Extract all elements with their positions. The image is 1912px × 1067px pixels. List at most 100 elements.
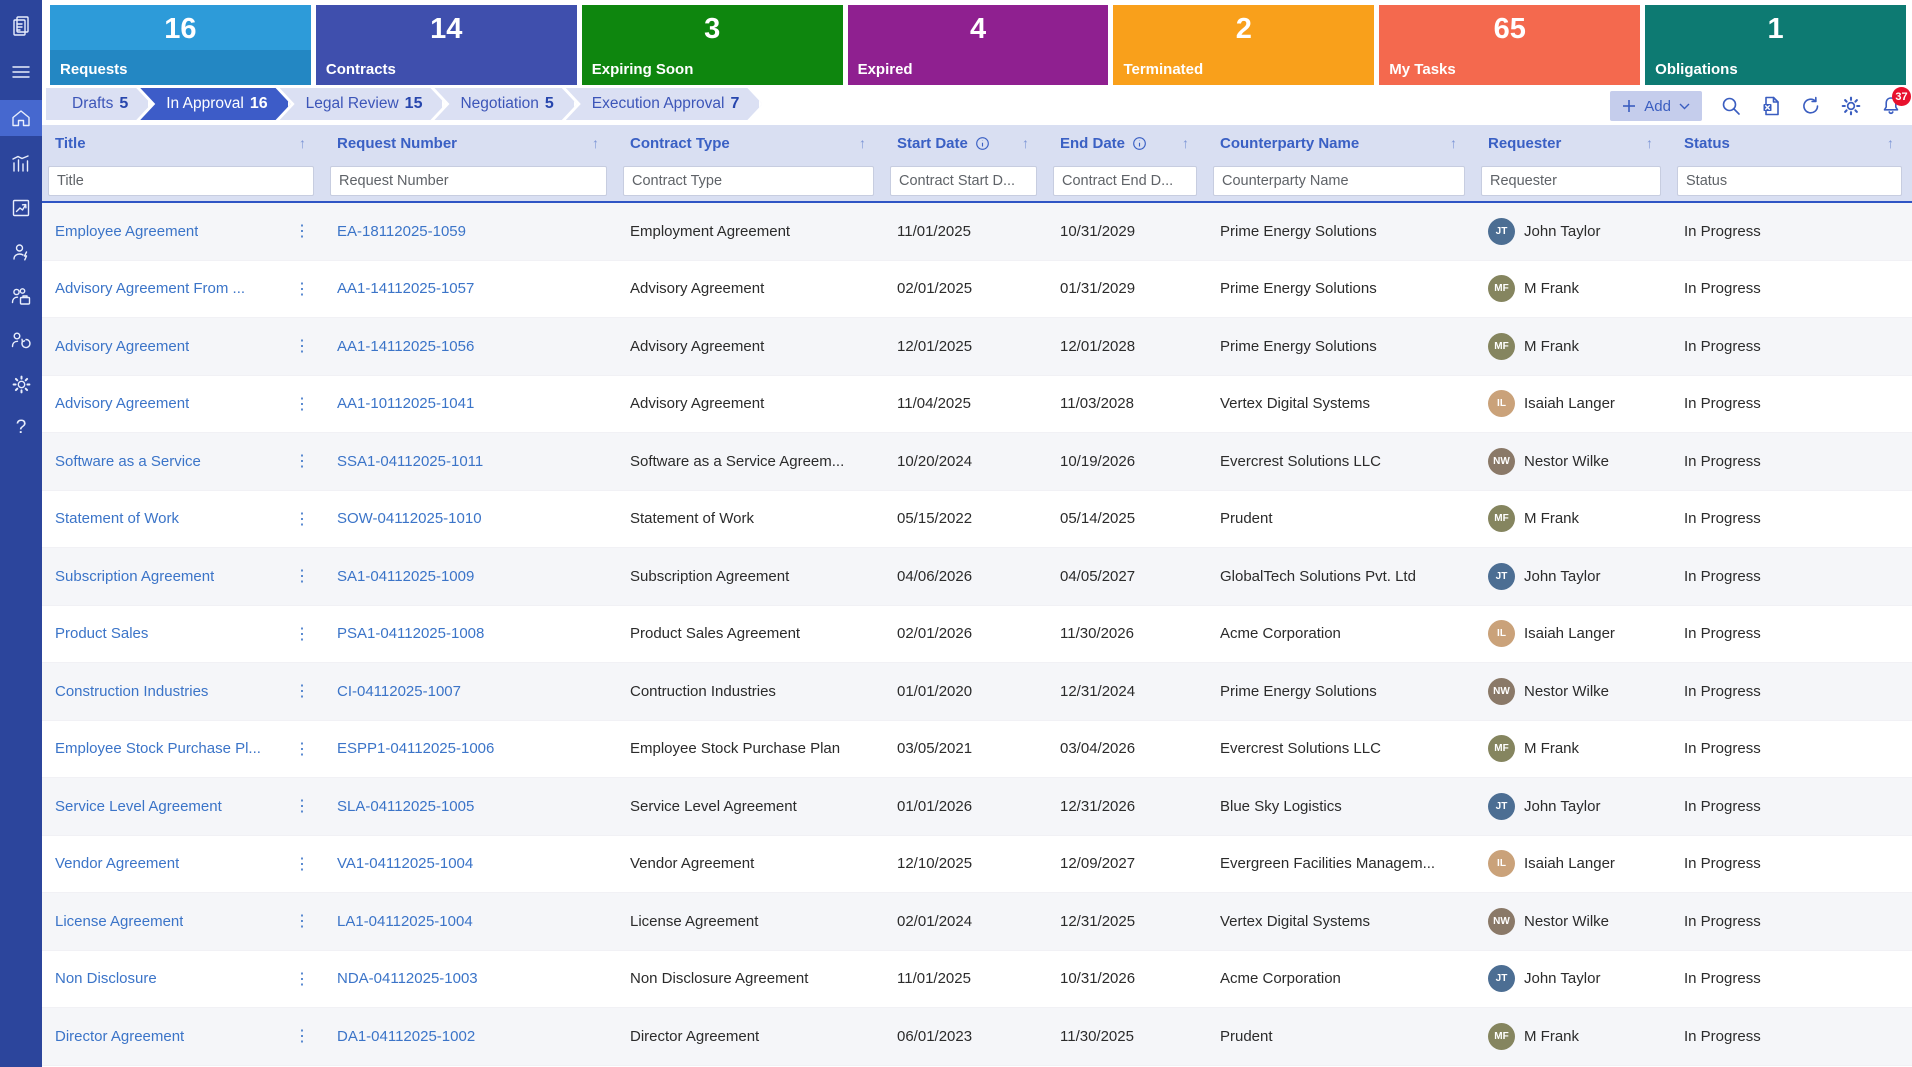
stage-legal-review[interactable]: Legal Review 15 (280, 88, 446, 120)
user-admin-icon[interactable] (0, 236, 42, 268)
sort-asc-icon[interactable]: ↑ (299, 135, 306, 151)
home-icon[interactable] (0, 100, 42, 136)
request-number-link[interactable]: NDA-04112025-1003 (337, 970, 478, 987)
request-number-link[interactable]: SLA-04112025-1005 (337, 798, 474, 815)
settings-icon[interactable] (1840, 95, 1862, 117)
filter-request-number-input[interactable] (330, 166, 607, 196)
sort-asc-icon[interactable]: ↑ (1646, 135, 1653, 151)
row-menu-icon[interactable]: ⋮ (290, 739, 314, 759)
request-number-link[interactable]: SOW-04112025-1010 (337, 510, 482, 527)
row-menu-icon[interactable]: ⋮ (290, 336, 314, 356)
row-menu-icon[interactable]: ⋮ (290, 911, 314, 931)
table-row[interactable]: Director Agreement ⋮ DA1-04112025-1002 D… (42, 1008, 1912, 1066)
contract-title-link[interactable]: Subscription Agreement (55, 568, 214, 585)
contract-title-link[interactable]: Construction Industries (55, 683, 208, 700)
contract-title-link[interactable]: Employee Stock Purchase Pl... (55, 740, 261, 757)
contract-title-link[interactable]: Director Agreement (55, 1028, 184, 1045)
row-menu-icon[interactable]: ⋮ (290, 1026, 314, 1046)
sort-asc-icon[interactable]: ↑ (1182, 135, 1189, 151)
row-menu-icon[interactable]: ⋮ (290, 451, 314, 471)
filter-status-input[interactable] (1677, 166, 1902, 196)
kpi-card-expired[interactable]: 4 Expired (847, 5, 1109, 85)
filter-start-date-input[interactable] (890, 166, 1037, 196)
contract-title-link[interactable]: Employee Agreement (55, 223, 198, 240)
team-briefcase-icon[interactable] (0, 280, 42, 312)
table-row[interactable]: License Agreement ⋮ LA1-04112025-1004 Li… (42, 893, 1912, 951)
kpi-card-my-tasks[interactable]: 65 My Tasks (1379, 5, 1641, 85)
request-number-link[interactable]: ESPP1-04112025-1006 (337, 740, 494, 757)
stage-execution-approval[interactable]: Execution Approval 7 (566, 88, 763, 120)
stage-negotiation[interactable]: Negotiation 5 (434, 88, 576, 120)
row-menu-icon[interactable]: ⋮ (290, 681, 314, 701)
info-icon[interactable] (975, 136, 990, 151)
notifications-bell-icon[interactable]: 37 (1880, 87, 1911, 117)
team-sync-icon[interactable] (0, 324, 42, 356)
sort-asc-icon[interactable]: ↑ (1450, 135, 1457, 151)
contract-title-link[interactable]: Statement of Work (55, 510, 179, 527)
request-number-link[interactable]: AA1-10112025-1041 (337, 395, 474, 412)
table-row[interactable]: Subscription Agreement ⋮ SA1-04112025-10… (42, 548, 1912, 606)
request-number-link[interactable]: AA1-14112025-1057 (337, 280, 474, 297)
filter-requester-input[interactable] (1481, 166, 1661, 196)
row-menu-icon[interactable]: ⋮ (290, 509, 314, 529)
app-logo-icon[interactable] (0, 8, 42, 44)
info-icon[interactable] (1132, 136, 1147, 151)
request-number-link[interactable]: EA-18112025-1059 (337, 223, 466, 240)
kpi-card-obligations[interactable]: 1 Obligations (1645, 5, 1907, 85)
stage-drafts[interactable]: Drafts 5 (46, 88, 151, 120)
table-row[interactable]: Product Sales ⋮ PSA1-04112025-1008 Produ… (42, 605, 1912, 663)
column-header-status[interactable]: Status ↑ (1671, 135, 1912, 152)
request-number-link[interactable]: SSA1-04112025-1011 (337, 453, 483, 470)
row-menu-icon[interactable]: ⋮ (290, 394, 314, 414)
row-menu-icon[interactable]: ⋮ (290, 221, 314, 241)
column-header-counterparty[interactable]: Counterparty Name ↑ (1207, 135, 1475, 152)
table-row[interactable]: Statement of Work ⋮ SOW-04112025-1010 St… (42, 490, 1912, 548)
table-row[interactable]: Vendor Agreement ⋮ VA1-04112025-1004 Ven… (42, 835, 1912, 893)
request-number-link[interactable]: PSA1-04112025-1008 (337, 625, 484, 642)
request-number-link[interactable]: CI-04112025-1007 (337, 683, 461, 700)
request-number-link[interactable]: DA1-04112025-1002 (337, 1028, 475, 1045)
contract-title-link[interactable]: Service Level Agreement (55, 798, 222, 815)
stage-in-approval[interactable]: In Approval 16 (140, 88, 290, 120)
table-row[interactable]: Service Level Agreement ⋮ SLA-04112025-1… (42, 778, 1912, 836)
kpi-card-contracts[interactable]: 14 Contracts (315, 5, 577, 85)
contract-title-link[interactable]: Advisory Agreement (55, 395, 189, 412)
contract-title-link[interactable]: Vendor Agreement (55, 855, 179, 872)
table-row[interactable]: Employee Agreement ⋮ EA-18112025-1059 Em… (42, 203, 1912, 261)
add-button[interactable]: Add (1610, 91, 1702, 121)
table-row[interactable]: Advisory Agreement ⋮ AA1-10112025-1041 A… (42, 375, 1912, 433)
column-header-request-number[interactable]: Request Number ↑ (324, 135, 617, 152)
table-row[interactable]: Employee Stock Purchase Pl... ⋮ ESPP1-04… (42, 720, 1912, 778)
row-menu-icon[interactable]: ⋮ (290, 624, 314, 644)
kpi-card-requests[interactable]: 16 Requests (50, 5, 311, 85)
row-menu-icon[interactable]: ⋮ (290, 279, 314, 299)
table-row[interactable]: Advisory Agreement From ... ⋮ AA1-141120… (42, 260, 1912, 318)
row-menu-icon[interactable]: ⋮ (290, 796, 314, 816)
column-header-start-date[interactable]: Start Date ↑ (884, 135, 1047, 152)
column-header-contract-type[interactable]: Contract Type ↑ (617, 135, 884, 152)
help-icon[interactable]: ? (0, 412, 42, 444)
request-number-link[interactable]: AA1-14112025-1056 (337, 338, 474, 355)
request-number-link[interactable]: VA1-04112025-1004 (337, 855, 473, 872)
sort-asc-icon[interactable]: ↑ (1887, 135, 1894, 151)
row-menu-icon[interactable]: ⋮ (290, 566, 314, 586)
table-row[interactable]: Software as a Service ⋮ SSA1-04112025-10… (42, 433, 1912, 491)
column-header-end-date[interactable]: End Date ↑ (1047, 135, 1207, 152)
request-number-link[interactable]: LA1-04112025-1004 (337, 913, 473, 930)
dashboard-chart-icon[interactable] (0, 148, 42, 180)
contract-title-link[interactable]: License Agreement (55, 913, 183, 930)
refresh-icon[interactable] (1800, 95, 1822, 117)
sort-asc-icon[interactable]: ↑ (1022, 135, 1029, 151)
contract-title-link[interactable]: Advisory Agreement (55, 338, 189, 355)
table-row[interactable]: Advisory Agreement ⋮ AA1-14112025-1056 A… (42, 318, 1912, 376)
column-header-title[interactable]: Title ↑ (42, 135, 324, 152)
column-header-requester[interactable]: Requester ↑ (1475, 135, 1671, 152)
search-icon[interactable] (1720, 95, 1742, 117)
table-row[interactable]: Non Disclosure ⋮ NDA-04112025-1003 Non D… (42, 950, 1912, 1008)
table-row[interactable]: Construction Industries ⋮ CI-04112025-10… (42, 663, 1912, 721)
sort-asc-icon[interactable]: ↑ (859, 135, 866, 151)
excel-export-icon[interactable] (1760, 95, 1782, 117)
settings-icon[interactable] (0, 368, 42, 400)
row-menu-icon[interactable]: ⋮ (290, 969, 314, 989)
contract-title-link[interactable]: Advisory Agreement From ... (55, 280, 245, 297)
